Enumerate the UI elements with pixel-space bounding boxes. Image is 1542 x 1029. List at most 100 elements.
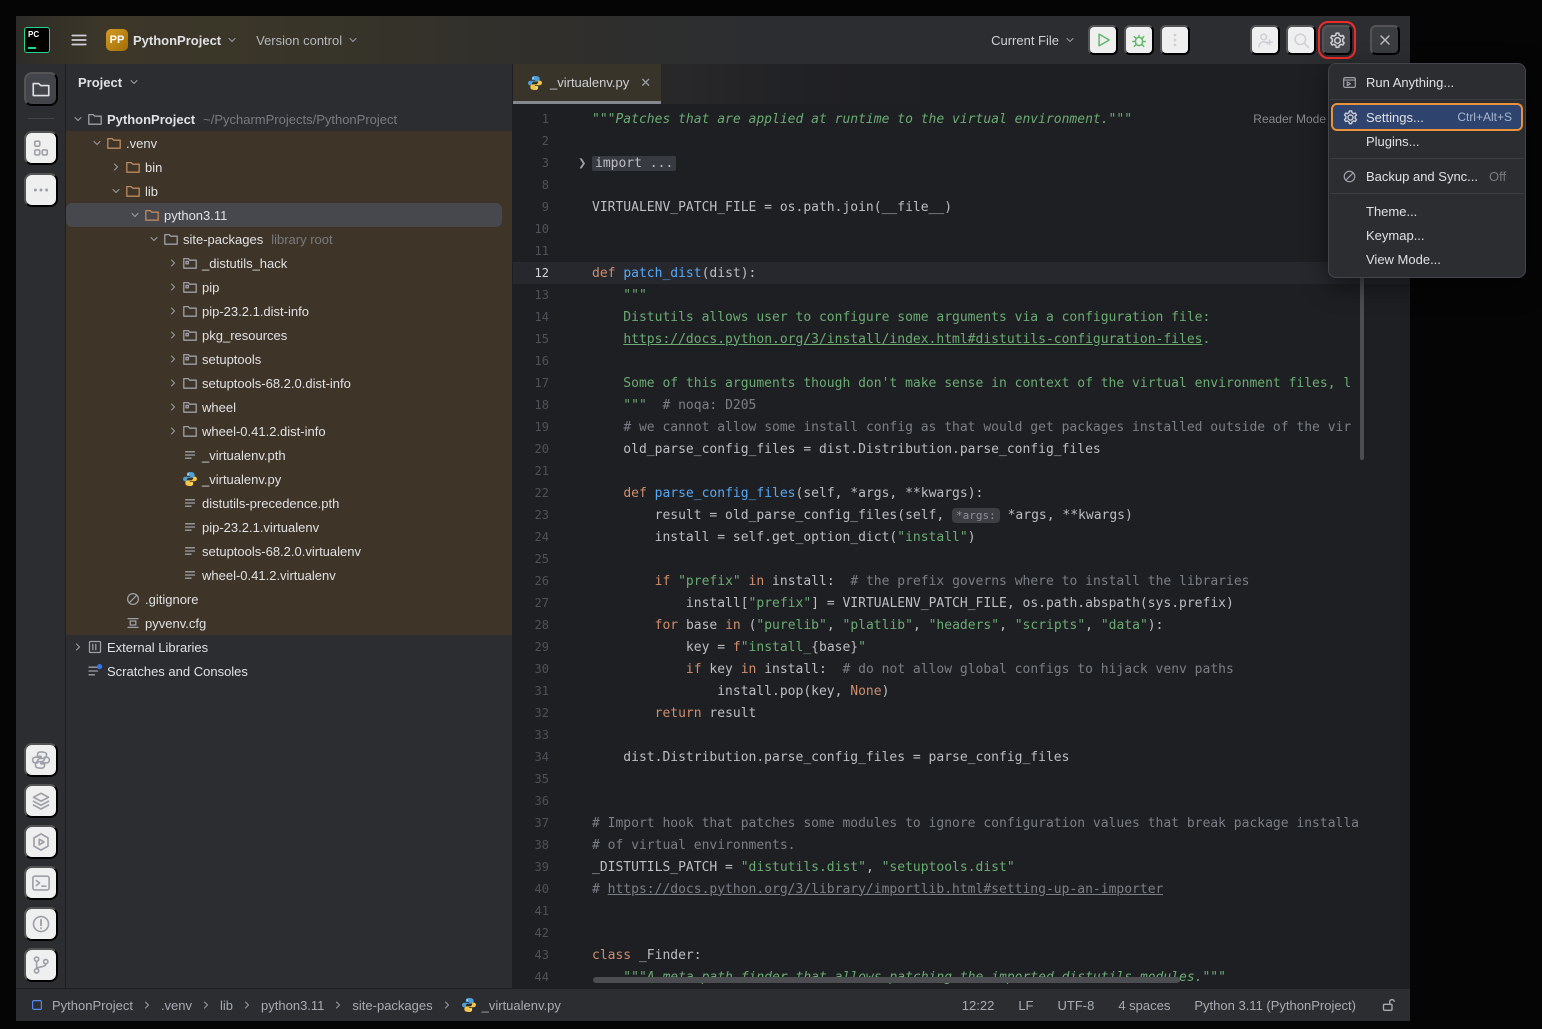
line-number[interactable]: 27 <box>513 596 552 610</box>
tree-item--virtualenv-py[interactable]: _virtualenv.py <box>66 467 512 491</box>
tree-item-pip-23-2-1-dist-info[interactable]: pip-23.2.1.dist-info <box>66 299 512 323</box>
tree-item-external-libraries[interactable]: External Libraries <box>66 635 512 659</box>
tab-close-icon[interactable]: ✕ <box>640 75 651 91</box>
line-number[interactable]: 10 <box>513 222 552 236</box>
code-line[interactable]: 18 """ # noqa: D205 <box>513 394 1410 416</box>
code-line[interactable]: 32 return result <box>513 702 1410 724</box>
line-number[interactable]: 24 <box>513 530 552 544</box>
line-number[interactable]: 2 <box>513 134 552 148</box>
code-line[interactable]: 29 key = f"install_{base}" <box>513 636 1410 658</box>
code-line[interactable]: 9VIRTUALENV_PATCH_FILE = os.path.join(__… <box>513 196 1410 218</box>
line-number[interactable]: 39 <box>513 860 552 874</box>
code-line[interactable]: 10 <box>513 218 1410 240</box>
editor-tab[interactable]: _virtualenv.py ✕ <box>513 64 661 104</box>
line-number[interactable]: 32 <box>513 706 552 720</box>
tree-item-bin[interactable]: bin <box>66 155 512 179</box>
code-line[interactable]: 25 <box>513 548 1410 570</box>
menu-item-backup-and-sync[interactable]: Backup and Sync...Off <box>1333 164 1521 188</box>
editor-vertical-scrollbar[interactable] <box>1360 270 1364 460</box>
services-button[interactable] <box>24 825 58 859</box>
code-line[interactable]: 30 if key in install: # do not allow glo… <box>513 658 1410 680</box>
line-number[interactable]: 12 <box>513 266 552 280</box>
status-widget[interactable]: 12:22 <box>962 998 995 1013</box>
breadcrumb-item[interactable]: python3.11 <box>261 998 324 1013</box>
breadcrumb-item[interactable]: site-packages <box>352 998 432 1013</box>
line-number[interactable]: 11 <box>513 244 552 258</box>
tree-item-site-packages[interactable]: site-packageslibrary root <box>66 227 512 251</box>
line-number[interactable]: 16 <box>513 354 552 368</box>
line-number[interactable]: 1 <box>513 112 552 126</box>
line-number[interactable]: 19 <box>513 420 552 434</box>
terminal-button[interactable] <box>24 866 58 900</box>
breadcrumb-item[interactable]: PythonProject <box>52 998 133 1013</box>
line-number[interactable]: 30 <box>513 662 552 676</box>
python-packages-button[interactable] <box>24 784 58 818</box>
code-line[interactable]: 37# Import hook that patches some module… <box>513 812 1410 834</box>
line-number[interactable]: 22 <box>513 486 552 500</box>
status-widget[interactable]: LF <box>1018 998 1033 1013</box>
fold-marker-icon[interactable]: ❯ <box>552 158 592 169</box>
run-button[interactable] <box>1088 25 1118 55</box>
line-number[interactable]: 33 <box>513 728 552 742</box>
line-number[interactable]: 23 <box>513 508 552 522</box>
chevron-down-icon[interactable] <box>125 209 144 221</box>
line-number[interactable]: 40 <box>513 882 552 896</box>
code-line[interactable]: 24 install = self.get_option_dict("insta… <box>513 526 1410 548</box>
menu-item-plugins[interactable]: Plugins... <box>1333 129 1521 153</box>
breadcrumb-item[interactable]: .venv <box>161 998 192 1013</box>
line-number[interactable]: 41 <box>513 904 552 918</box>
more-actions-button[interactable] <box>1160 25 1190 55</box>
line-number[interactable]: 43 <box>513 948 552 962</box>
line-number[interactable]: 3 <box>513 156 552 170</box>
line-number[interactable]: 35 <box>513 772 552 786</box>
tree-item-setuptools[interactable]: setuptools <box>66 347 512 371</box>
chevron-right-icon[interactable] <box>68 641 87 653</box>
tree-item-pythonproject[interactable]: PythonProject~/PycharmProjects/PythonPro… <box>66 107 512 131</box>
status-widget[interactable]: Python 3.11 (PythonProject) <box>1194 998 1356 1013</box>
chevron-right-icon[interactable] <box>163 401 182 413</box>
tree-item--virtualenv-pth[interactable]: _virtualenv.pth <box>66 443 512 467</box>
code-line[interactable]: 19 # we cannot allow some install config… <box>513 416 1410 438</box>
chevron-down-icon[interactable] <box>128 76 140 88</box>
line-number[interactable]: 21 <box>513 464 552 478</box>
tree-item-pkg-resources[interactable]: pkg_resources <box>66 323 512 347</box>
chevron-right-icon[interactable] <box>163 353 182 365</box>
main-menu-button[interactable] <box>64 26 94 54</box>
tree-item-python3-11[interactable]: python3.11 <box>66 203 512 227</box>
debug-button[interactable] <box>1124 25 1154 55</box>
code-line[interactable]: 33 <box>513 724 1410 746</box>
code-line[interactable]: 22 def parse_config_files(self, *args, *… <box>513 482 1410 504</box>
chevron-right-icon[interactable] <box>163 425 182 437</box>
tree-item-setuptools-68-2-0-dist-info[interactable]: setuptools-68.2.0.dist-info <box>66 371 512 395</box>
code-line[interactable]: 14 Distutils allows user to configure so… <box>513 306 1410 328</box>
chevron-right-icon[interactable] <box>163 329 182 341</box>
code-line[interactable]: 34 dist.Distribution.parse_config_files … <box>513 746 1410 768</box>
code-line[interactable]: 3❯import ... <box>513 152 1410 174</box>
menu-item-theme[interactable]: Theme... <box>1333 199 1521 223</box>
project-button[interactable] <box>24 72 58 106</box>
line-number[interactable]: 38 <box>513 838 552 852</box>
line-number[interactable]: 42 <box>513 926 552 940</box>
tree-item-distutils-precedence-pth[interactable]: distutils-precedence.pth <box>66 491 512 515</box>
lock-open-icon[interactable] <box>1380 997 1396 1013</box>
python-console-button[interactable] <box>24 743 58 777</box>
more-tool-windows-button[interactable] <box>24 173 58 207</box>
chevron-right-icon[interactable] <box>163 281 182 293</box>
menu-item-view-mode[interactable]: View Mode... <box>1333 247 1521 271</box>
chevron-right-icon[interactable] <box>163 377 182 389</box>
run-configuration-selector[interactable]: Current File <box>985 28 1082 53</box>
code-line[interactable]: 15 https://docs.python.org/3/install/ind… <box>513 328 1410 350</box>
line-number[interactable]: 15 <box>513 332 552 346</box>
code-line[interactable]: 28 for base in ("purelib", "platlib", "h… <box>513 614 1410 636</box>
code-line[interactable]: 27 install["prefix"] = VIRTUALENV_PATCH_… <box>513 592 1410 614</box>
version-control-button[interactable] <box>24 948 58 982</box>
status-widget[interactable]: 4 spaces <box>1118 998 1170 1013</box>
tree-item-pip-23-2-1-virtualenv[interactable]: pip-23.2.1.virtualenv <box>66 515 512 539</box>
project-widget[interactable]: PP PythonProject <box>100 24 244 56</box>
chevron-down-icon[interactable] <box>87 137 106 149</box>
line-number[interactable]: 13 <box>513 288 552 302</box>
chevron-down-icon[interactable] <box>68 113 87 125</box>
chevron-right-icon[interactable] <box>163 257 182 269</box>
code-with-me-button[interactable] <box>1250 25 1280 55</box>
code-line[interactable]: 13 """ <box>513 284 1410 306</box>
